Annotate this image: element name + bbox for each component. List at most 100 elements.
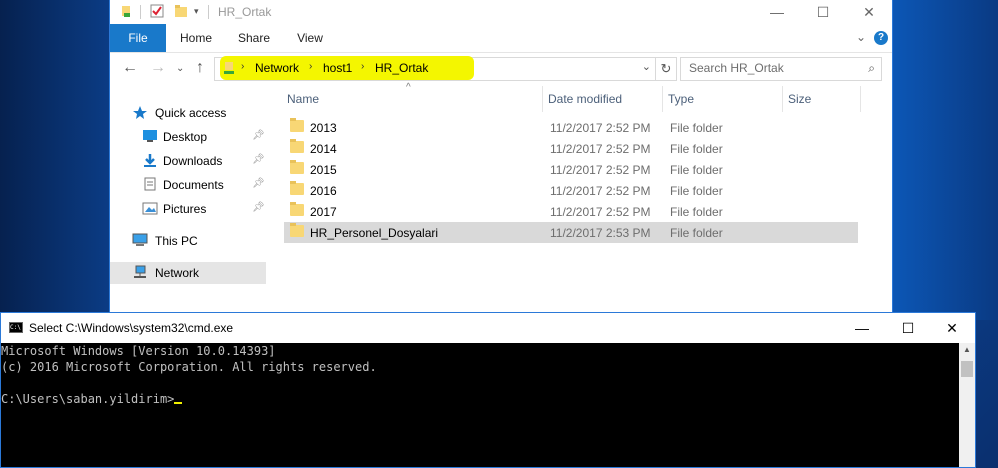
breadcrumb-arrow-icon[interactable]: › [361,61,364,72]
search-icon: ⌕ [868,61,875,75]
tab-share[interactable]: Share [234,24,274,52]
breadcrumb-arrow-icon[interactable]: › [241,61,244,72]
vertical-scrollbar[interactable]: ▲ [959,343,975,467]
nav-item-network[interactable]: Network [110,262,266,284]
table-row[interactable]: 2015 11/2/2017 2:52 PM File folder [284,159,858,180]
nav-item-desktop[interactable]: Desktop 📌︎ [110,126,266,148]
command-prompt-window: C:\ Select C:\Windows\system32\cmd.exe —… [0,312,976,468]
network-location-icon [223,61,235,75]
folder-icon [290,223,304,237]
star-icon [132,105,148,119]
nav-label: Desktop [163,130,208,144]
navigation-pane: Quick access Desktop 📌︎ Downloads 📌︎ Doc… [110,88,266,320]
nav-item-quick-access[interactable]: Quick access [110,102,266,124]
column-header-size[interactable]: Size [788,92,811,106]
scroll-up-icon[interactable]: ▲ [963,345,971,354]
nav-label: Pictures [163,202,207,216]
breadcrumb-arrow-icon[interactable]: › [309,61,312,72]
column-header-type[interactable]: Type [668,92,694,106]
quick-access-toolbar-dropdown-icon[interactable]: ▾ [194,6,208,20]
address-dropdown-icon[interactable]: ⌄ [642,60,651,73]
tab-home[interactable]: Home [176,24,216,52]
cmd-minimize-button[interactable]: — [839,313,885,343]
forward-icon[interactable]: → [150,59,166,77]
folder-icon [290,202,304,216]
properties-icon[interactable] [150,4,164,18]
column-header-date-modified[interactable]: Date modified [548,92,622,106]
minimize-button[interactable]: — [754,0,800,24]
file-list: ^ Name Date modified Type Size 2013 11/2… [276,82,892,320]
cmd-icon[interactable]: C:\ [9,322,23,333]
pin-icon[interactable]: 📌︎ [252,178,265,189]
pin-icon[interactable]: 📌︎ [252,130,265,141]
cmd-close-button[interactable]: ✕ [929,313,975,343]
file-date: 11/2/2017 2:53 PM [550,226,651,240]
file-type: File folder [670,184,723,198]
pin-icon[interactable]: 📌︎ [252,202,265,213]
recent-locations-icon[interactable]: ⌄ [176,63,184,74]
expand-ribbon-icon[interactable]: ⌄ [856,30,866,44]
console-prompt: C:\Users\saban.yildirim> [1,391,183,407]
help-icon[interactable]: ? [874,31,888,45]
nav-item-this-pc[interactable]: This PC [110,230,266,252]
nav-label: This PC [155,234,198,248]
table-row-selected[interactable]: HR_Personel_Dosyalari 11/2/2017 2:53 PM … [284,222,858,243]
file-name: 2015 [310,163,337,177]
column-header-name[interactable]: Name [287,92,319,106]
address-bar[interactable]: › Network › host1 › HR_Ortak ⌄ [214,56,656,81]
file-date: 11/2/2017 2:52 PM [550,142,651,156]
desktop-icon [142,129,158,143]
maximize-button[interactable]: ☐ [800,0,846,24]
folder-icon [290,118,304,132]
cmd-maximize-button[interactable]: ☐ [885,313,931,343]
pin-icon[interactable]: 📌︎ [252,154,265,165]
cmd-title-bar: C:\ Select C:\Windows\system32\cmd.exe —… [1,313,975,343]
breadcrumb-hr-ortak[interactable]: HR_Ortak [375,61,428,75]
file-name: 2017 [310,205,337,219]
folder-icon [120,4,134,18]
tab-file[interactable]: File [110,24,166,52]
console-line: (c) 2016 Microsoft Corporation. All righ… [1,360,377,374]
text-cursor [174,402,183,404]
nav-label: Downloads [163,154,223,168]
table-row[interactable]: 2013 11/2/2017 2:52 PM File folder [284,117,858,138]
file-name: 2014 [310,142,337,156]
breadcrumb-network[interactable]: Network [255,61,299,75]
file-type: File folder [670,163,723,177]
nav-label: Quick access [155,106,227,120]
new-folder-icon[interactable] [174,4,188,18]
file-date: 11/2/2017 2:52 PM [550,121,651,135]
computer-icon [132,233,148,247]
nav-item-pictures[interactable]: Pictures 📌︎ [110,198,266,220]
folder-icon [290,160,304,174]
tab-view[interactable]: View [290,24,330,52]
table-row[interactable]: 2016 11/2/2017 2:52 PM File folder [284,180,858,201]
file-name: HR_Personel_Dosyalari [310,226,439,240]
title-bar: ▾ HR_Ortak — ☐ ✕ [110,0,892,24]
nav-item-documents[interactable]: Documents 📌︎ [110,174,266,196]
window-title: HR_Ortak [218,5,272,19]
file-type: File folder [670,142,723,156]
documents-icon [142,177,158,191]
console-output[interactable]: Microsoft Windows [Version 10.0.14393] (… [1,343,959,467]
search-input[interactable]: Search HR_Ortak ⌕ [680,57,882,81]
close-button[interactable]: ✕ [846,0,892,24]
table-row[interactable]: 2017 11/2/2017 2:52 PM File folder [284,201,858,222]
download-icon [142,153,158,167]
file-type: File folder [670,226,723,240]
file-date: 11/2/2017 2:52 PM [550,184,651,198]
table-row[interactable]: 2014 11/2/2017 2:52 PM File folder [284,138,858,159]
file-date: 11/2/2017 2:52 PM [550,163,651,177]
sort-ascending-icon: ^ [406,82,411,93]
refresh-icon[interactable]: ↻ [656,57,677,81]
desktop-background-right [892,0,998,320]
back-icon[interactable]: ← [122,59,138,77]
console-line: Microsoft Windows [Version 10.0.14393] [1,344,276,358]
breadcrumb-host1[interactable]: host1 [323,61,352,75]
up-icon[interactable]: ↑ [196,59,204,77]
scrollbar-thumb[interactable] [961,361,973,377]
file-name: 2016 [310,184,337,198]
nav-item-downloads[interactable]: Downloads 📌︎ [110,150,266,172]
network-icon [132,265,148,279]
file-type: File folder [670,121,723,135]
